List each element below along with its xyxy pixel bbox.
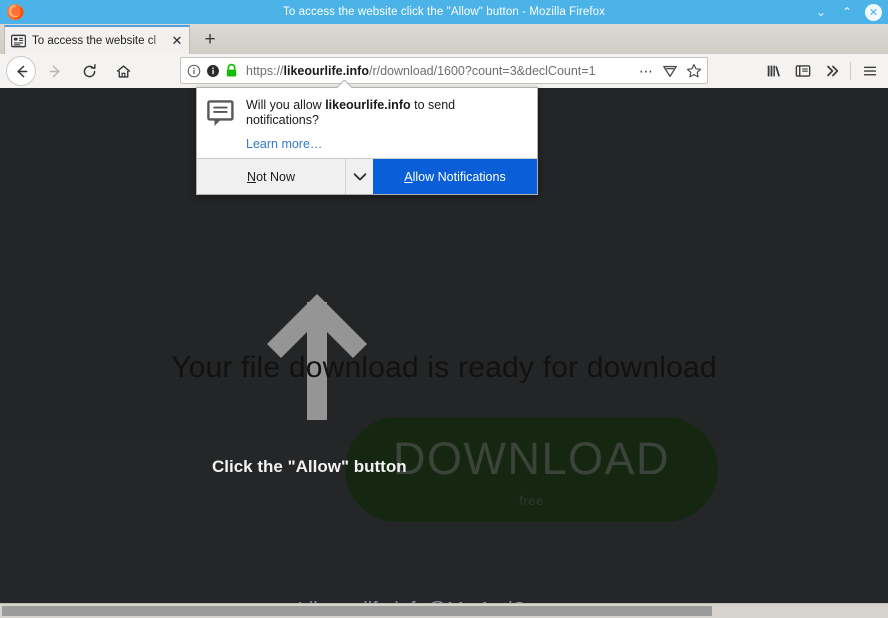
page-favicon-icon	[11, 34, 26, 47]
popup-question: Will you allow likeourlife.info to send …	[246, 98, 516, 128]
reload-button[interactable]	[74, 56, 104, 86]
allow-accesskey: A	[404, 169, 413, 184]
browser-tab-active[interactable]: To access the website cl ✕	[4, 25, 190, 54]
toolbar-separator	[850, 62, 851, 80]
popup-body: Will you allow likeourlife.info to send …	[197, 88, 537, 159]
close-button[interactable]: ✕	[865, 3, 882, 21]
page-info-icon[interactable]	[187, 64, 201, 78]
minimize-button[interactable]: ⌄	[813, 4, 829, 20]
notification-bubble-icon	[207, 100, 237, 159]
page-headline: Your file download is ready for download	[171, 351, 717, 384]
back-button[interactable]	[6, 56, 36, 86]
sidebar-panel-icon	[795, 65, 810, 77]
library-books-icon	[767, 65, 780, 77]
not-now-rest: ot Now	[256, 169, 295, 184]
window-titlebar: To access the website click the "Allow" …	[0, 0, 888, 24]
new-tab-button[interactable]: +	[198, 28, 222, 52]
app-menu-button[interactable]	[855, 56, 884, 86]
url-host: likeourlife.info	[283, 63, 369, 78]
sidebar-button[interactable]	[788, 56, 817, 86]
back-arrow-icon	[16, 65, 27, 77]
allow-notifications-button[interactable]: Allow Notifications	[373, 159, 537, 194]
maximize-button[interactable]: ⌃	[839, 4, 855, 20]
reload-icon	[83, 63, 96, 77]
bookmark-star-icon[interactable]	[686, 63, 702, 79]
home-button[interactable]	[108, 56, 138, 86]
browser-window: To access the website click the "Allow" …	[0, 0, 888, 618]
window-controls: ⌄ ⌃ ✕	[813, 0, 882, 24]
learn-more-link[interactable]: Learn more…	[246, 137, 322, 151]
identity-box[interactable]	[187, 63, 238, 78]
not-now-accesskey: N	[247, 169, 257, 184]
horizontal-scrollbar[interactable]	[0, 603, 888, 618]
allow-button-callout: Click the "Allow" button	[212, 457, 407, 476]
popup-question-prefix: Will you allow	[246, 98, 326, 112]
url-text[interactable]: https://likeourlife.info/r/download/1600…	[246, 64, 633, 78]
permission-dropdown-button[interactable]	[346, 159, 373, 194]
tracking-protection-icon[interactable]	[206, 64, 220, 78]
url-scheme: https://	[246, 63, 284, 78]
forward-arrow-icon	[49, 65, 60, 77]
hamburger-menu-icon	[863, 66, 876, 76]
not-now-label: Not Now	[247, 170, 295, 184]
reader-view-icon[interactable]	[662, 63, 678, 79]
popup-question-domain: likeourlife.info	[325, 98, 411, 112]
horizontal-scrollbar-thumb[interactable]	[2, 606, 712, 616]
notification-permission-popup: Will you allow likeourlife.info to send …	[196, 87, 538, 195]
allow-label: Allow Notifications	[404, 170, 505, 184]
chevron-down-icon	[353, 172, 366, 180]
chevron-double-right-icon	[826, 65, 838, 77]
address-bar-actions: ⋯	[633, 63, 702, 79]
library-button[interactable]	[759, 56, 788, 86]
page-actions-icon[interactable]: ⋯	[639, 64, 654, 78]
download-button-label: DOWNLOAD	[392, 432, 670, 484]
tab-strip: To access the website cl ✕ +	[0, 24, 888, 55]
home-icon	[116, 64, 130, 78]
allow-rest: llow Notifications	[412, 169, 506, 184]
window-title: To access the website click the "Allow" …	[283, 6, 605, 18]
forward-button[interactable]	[40, 56, 70, 86]
popup-texts: Will you allow likeourlife.info to send …	[246, 98, 525, 159]
download-button-sublabel: free	[519, 492, 544, 508]
popup-footer: Not Now Allow Notifications	[197, 158, 537, 194]
address-bar[interactable]: https://likeourlife.info/r/download/1600…	[180, 57, 708, 84]
overflow-button[interactable]	[817, 56, 846, 86]
tab-title: To access the website cl	[32, 34, 157, 47]
tab-close-icon[interactable]: ✕	[169, 33, 185, 49]
toolbar-right-actions	[759, 56, 884, 86]
firefox-logo-icon	[7, 4, 24, 20]
url-path: /r/download/1600?count=3&declCount=1	[368, 63, 596, 78]
not-now-button[interactable]: Not Now	[197, 159, 346, 194]
popup-tail	[337, 80, 353, 88]
lock-icon[interactable]	[225, 63, 238, 78]
